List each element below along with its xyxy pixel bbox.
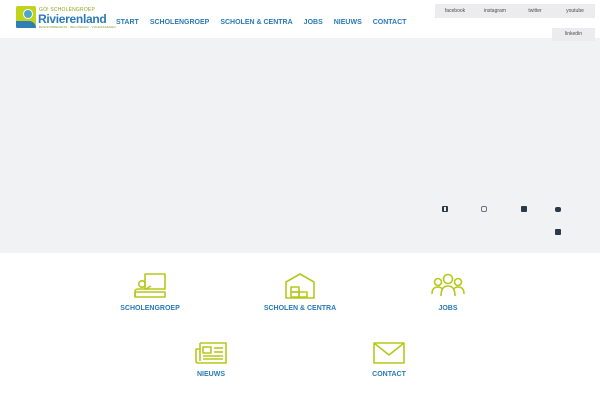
nav-item-contact[interactable]: CONTACT xyxy=(373,19,407,26)
tile-label: NIEUWS xyxy=(197,371,225,378)
youtube-icon[interactable] xyxy=(555,207,561,212)
tile-label: SCHOLEN & CENTRA xyxy=(263,305,337,312)
youtube-link[interactable]: youtube xyxy=(555,4,595,18)
nav-item-scholengroep[interactable]: SCHOLENGROEP xyxy=(150,19,210,26)
tile-label: CONTACT xyxy=(372,371,406,378)
instagram-link[interactable]: instagram xyxy=(475,4,515,18)
nav-item-start[interactable]: START xyxy=(116,19,139,26)
logo-name: Rivierenland xyxy=(38,12,107,26)
people-group-icon xyxy=(418,273,478,299)
logo-subtitle: BASISONDERWIJS · SECUNDAIR · VOLWASSENEN xyxy=(39,25,116,29)
nav-item-scholen-centra[interactable]: SCHOLEN & CENTRA xyxy=(220,19,292,26)
linkedin-icon[interactable] xyxy=(555,229,561,235)
main-nav: START SCHOLENGROEP SCHOLEN & CENTRA JOBS… xyxy=(116,19,417,26)
facebook-icon[interactable] xyxy=(442,206,448,212)
linkedin-link[interactable]: linkedin xyxy=(552,28,595,41)
tile-nieuws[interactable]: NIEUWS xyxy=(186,341,236,378)
social-links-bar: facebook instagram twitter youtube xyxy=(435,4,595,18)
site-logo[interactable]: GO! SCHOLENGROEP Rivierenland BASISONDER… xyxy=(16,6,116,31)
nav-item-jobs[interactable]: JOBS xyxy=(304,19,323,26)
instagram-icon[interactable] xyxy=(481,206,487,212)
tile-label: JOBS xyxy=(438,305,458,312)
twitter-icon[interactable] xyxy=(521,206,527,212)
logo-badge-icon xyxy=(16,6,36,28)
tile-scholengroep[interactable]: SCHOLENGROEP xyxy=(110,273,190,312)
tile-jobs[interactable]: JOBS xyxy=(418,273,478,312)
tile-scholen-centra[interactable]: SCHOLEN & CENTRA xyxy=(257,273,343,312)
school-building-icon xyxy=(257,273,343,299)
teacher-board-icon xyxy=(110,273,190,299)
twitter-link[interactable]: twitter xyxy=(515,4,555,18)
tile-contact[interactable]: CONTACT xyxy=(364,341,414,378)
tile-label: SCHOLENGROEP xyxy=(120,305,180,312)
facebook-link[interactable]: facebook xyxy=(435,4,475,18)
nav-item-nieuws[interactable]: NIEUWS xyxy=(334,19,362,26)
newspaper-icon xyxy=(186,341,236,365)
envelope-icon xyxy=(364,341,414,365)
